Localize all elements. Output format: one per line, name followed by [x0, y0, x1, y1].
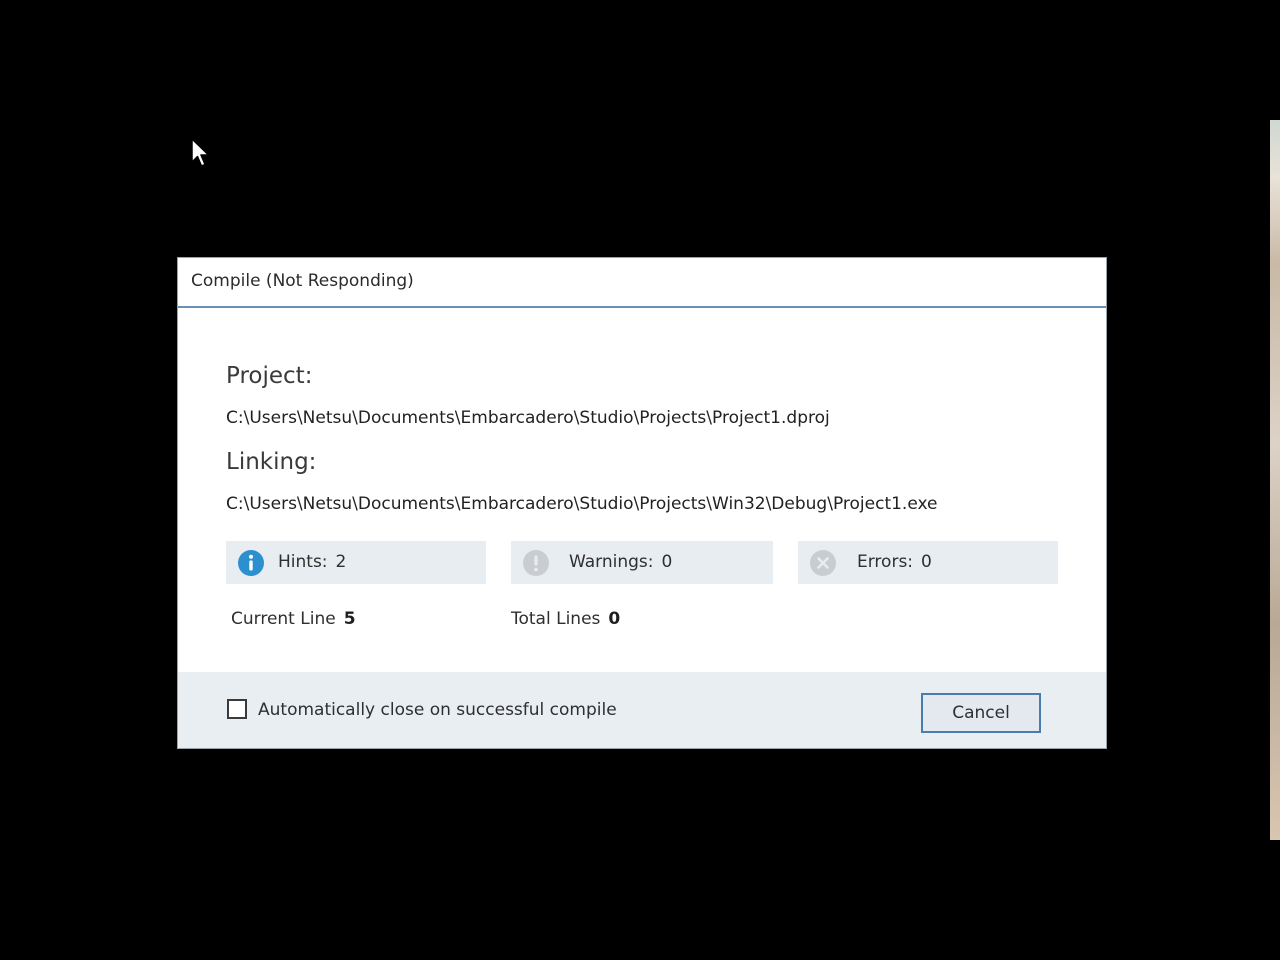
error-icon: [810, 550, 836, 576]
dialog-footer: Automatically close on successful compil…: [178, 672, 1106, 748]
auto-close-checkbox[interactable]: [227, 699, 247, 719]
cancel-button[interactable]: Cancel: [921, 693, 1041, 733]
auto-close-label[interactable]: Automatically close on successful compil…: [258, 700, 617, 720]
project-path: C:\Users\Netsu\Documents\Embarcadero\Stu…: [226, 408, 830, 428]
dialog-title: Compile (Not Responding): [191, 271, 414, 291]
hints-panel: Hints: 2: [226, 541, 486, 584]
current-line-info: Current Line 5: [231, 609, 356, 629]
errors-count: 0: [921, 552, 932, 572]
dialog-titlebar[interactable]: Compile (Not Responding): [178, 258, 1106, 308]
total-lines-label: Total Lines: [511, 609, 601, 629]
project-label: Project:: [226, 363, 313, 389]
warnings-label: Warnings: 0: [569, 552, 673, 572]
compile-dialog: Compile (Not Responding) Project: C:\Use…: [178, 258, 1106, 748]
linking-path: C:\Users\Netsu\Documents\Embarcadero\Stu…: [226, 494, 938, 514]
hints-count: 2: [335, 552, 347, 572]
current-line-label: Current Line: [231, 609, 336, 629]
total-lines-value: 0: [608, 609, 621, 629]
total-lines-info: Total Lines 0: [511, 609, 620, 629]
hints-label: Hints: 2: [278, 552, 347, 572]
mouse-pointer-icon: [191, 138, 210, 167]
warnings-count: 0: [661, 552, 673, 572]
current-line-value: 5: [343, 609, 356, 629]
info-icon: [238, 550, 264, 576]
errors-panel: Errors: 0: [798, 541, 1058, 584]
desktop-screen: Compile (Not Responding) Project: C:\Use…: [0, 0, 1280, 960]
linking-label: Linking:: [226, 449, 317, 475]
background-window-edge: [1270, 120, 1280, 840]
warning-icon: [523, 550, 549, 576]
warnings-panel: Warnings: 0: [511, 541, 773, 584]
errors-label: Errors: 0: [857, 552, 932, 572]
